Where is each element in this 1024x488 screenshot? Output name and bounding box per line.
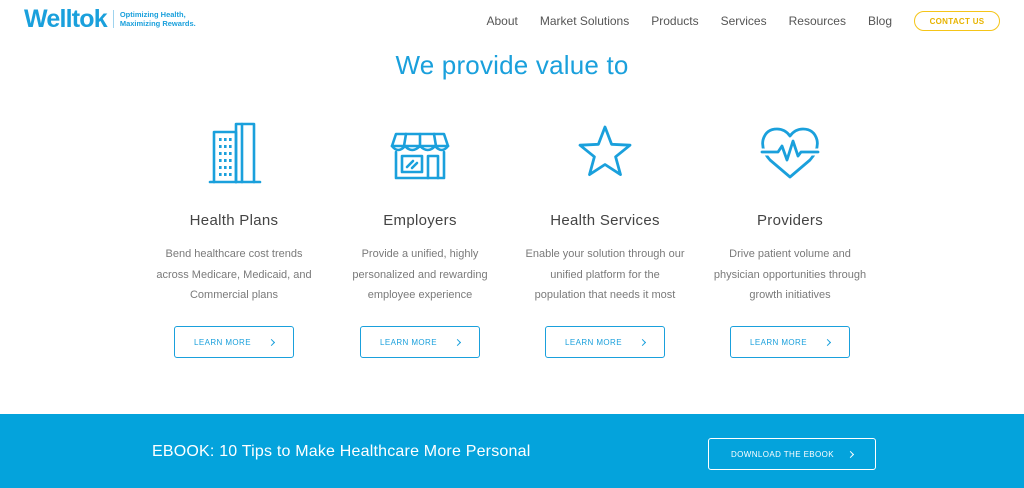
learn-more-button-providers[interactable]: LEARN MORE xyxy=(730,326,850,358)
site-header: Welltok Optimizing Health, Maximizing Re… xyxy=(0,0,1024,40)
button-label: DOWNLOAD THE EBOOK xyxy=(730,449,835,459)
card-description: Provide a unified, highly personalized a… xyxy=(330,244,510,306)
card-description-line: Drive patient volume and xyxy=(729,248,851,260)
heart-pulse-icon xyxy=(758,127,822,179)
card-description-line: personalized and rewarding xyxy=(352,268,488,281)
storefront-icon xyxy=(390,132,450,180)
chevron-right-icon xyxy=(453,338,461,346)
star-icon xyxy=(578,125,632,176)
card-description: Enable your solution through our unified… xyxy=(515,244,695,306)
chevron-right-icon xyxy=(267,338,275,346)
button-label: LEARN MORE xyxy=(194,337,251,347)
card-description-line: growth initiatives xyxy=(749,289,831,301)
download-ebook-button[interactable]: DOWNLOAD THE EBOOK xyxy=(708,438,876,470)
card-title: Health Services xyxy=(550,212,660,229)
card-employers: Employers Provide a unified, highly pers… xyxy=(330,120,510,358)
main-nav: About Market Solutions Products Services… xyxy=(465,11,1000,31)
logo-divider xyxy=(112,10,114,28)
card-description-line: Bend healthcare cost trends xyxy=(165,248,303,260)
button-label: LEARN MORE xyxy=(750,337,807,347)
card-description-line: population that needs it most xyxy=(534,289,676,301)
card-description-line: employee experience xyxy=(367,289,473,301)
card-health-services: Health Services Enable your solution thr… xyxy=(515,120,695,358)
welltok-logo[interactable]: Welltok Optimizing Health, Maximizing Re… xyxy=(24,5,196,33)
nav-item-products[interactable]: Products xyxy=(651,13,698,29)
contact-us-button[interactable]: CONTACT US xyxy=(914,11,1000,31)
card-title: Providers xyxy=(756,212,824,229)
logo-wordmark: Welltok xyxy=(24,5,108,33)
card-health-plans: Health Plans Bend healthcare cost trends… xyxy=(144,120,324,358)
card-title: Employers xyxy=(383,212,457,229)
chevron-right-icon xyxy=(823,338,831,346)
logo-tagline-line2: Maximizing Rewards. xyxy=(119,19,196,28)
building-icon xyxy=(208,122,262,184)
section-title: We provide value to xyxy=(395,50,629,80)
chevron-right-icon xyxy=(638,338,646,346)
nav-item-about[interactable]: About xyxy=(487,13,518,29)
learn-more-button-health-services[interactable]: LEARN MORE xyxy=(545,326,665,358)
button-label: LEARN MORE xyxy=(565,337,622,347)
card-description: Bend healthcare cost trends across Medic… xyxy=(144,244,324,306)
ebook-banner-text: EBOOK: 10 Tips to Make Healthcare More P… xyxy=(152,443,531,460)
logo-tagline-line1: Optimizing Health, xyxy=(119,10,186,19)
nav-item-services[interactable]: Services xyxy=(721,13,767,29)
learn-more-button-health-plans[interactable]: LEARN MORE xyxy=(174,326,294,358)
learn-more-button-employers[interactable]: LEARN MORE xyxy=(360,326,480,358)
chevron-right-icon xyxy=(846,450,855,458)
button-label: LEARN MORE xyxy=(380,337,437,347)
card-providers: Providers Drive patient volume and physi… xyxy=(700,120,880,358)
card-description-line: across Medicare, Medicaid, and xyxy=(156,268,312,281)
card-description-line: Commercial plans xyxy=(189,289,279,301)
card-description: Drive patient volume and physician oppor… xyxy=(700,244,880,306)
ebook-banner: EBOOK: 10 Tips to Make Healthcare More P… xyxy=(0,414,1024,488)
nav-item-resources[interactable]: Resources xyxy=(789,13,846,29)
nav-item-market-solutions[interactable]: Market Solutions xyxy=(540,13,629,29)
card-description-line: Provide a unified, highly xyxy=(361,248,479,260)
logo-tagline: Optimizing Health, Maximizing Rewards. xyxy=(120,10,196,28)
card-description-line: physician opportunities through xyxy=(713,268,867,281)
card-description-line: unified platform for the xyxy=(550,268,660,281)
card-title: Health Plans xyxy=(189,212,279,229)
card-description-line: Enable your solution through our xyxy=(525,248,685,260)
nav-item-blog[interactable]: Blog xyxy=(868,13,892,29)
